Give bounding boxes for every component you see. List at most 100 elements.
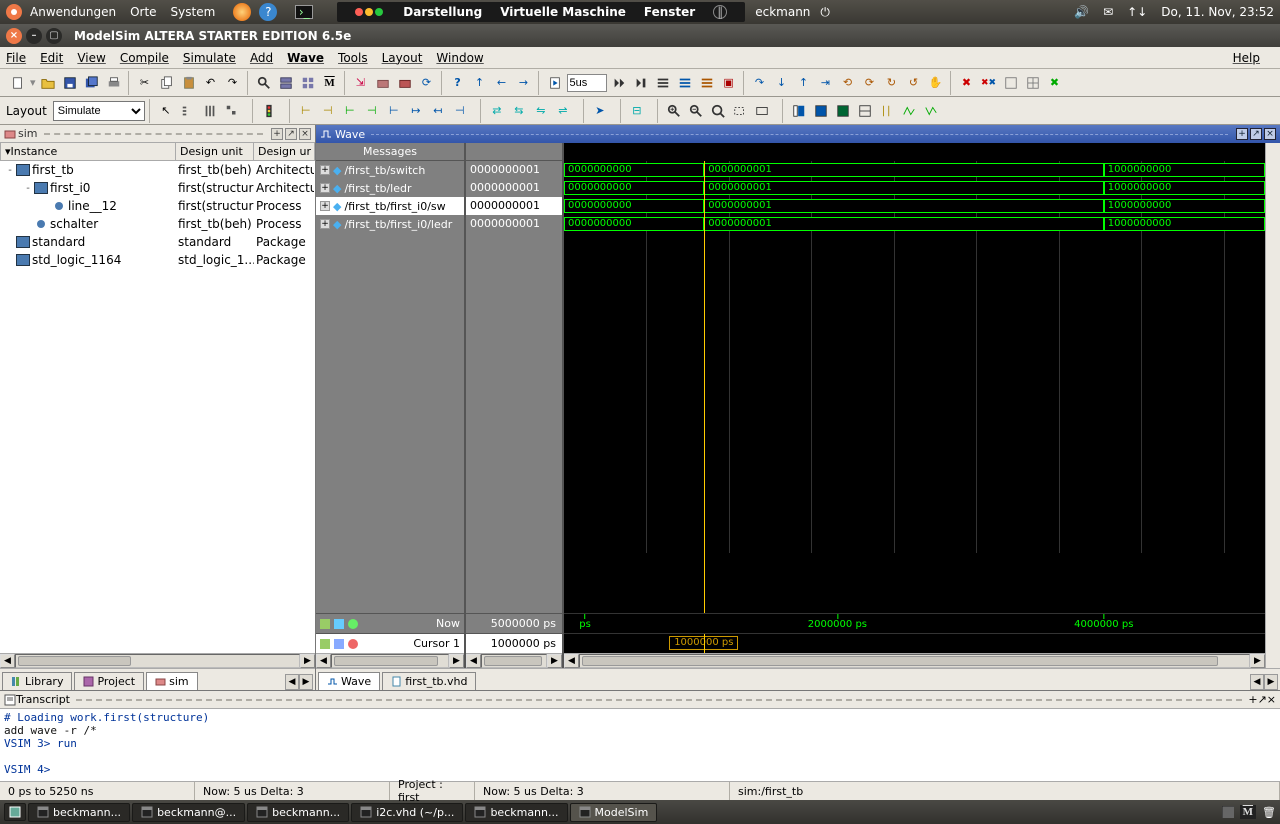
cursor-c2-icon[interactable]: ↦ [406, 101, 426, 121]
zoom-back-icon[interactable] [752, 101, 772, 121]
window-maximize-icon[interactable]: ▢ [46, 28, 62, 44]
wave-view1-icon[interactable] [789, 101, 809, 121]
wave-signal-column[interactable]: Messages +◆/first_tb/switch+◆/first_tb/l… [316, 143, 466, 668]
help-icon[interactable]: ? [259, 3, 277, 21]
menu-help[interactable]: Help [1233, 51, 1260, 65]
sel-both-icon[interactable] [222, 101, 242, 121]
window-titlebar[interactable]: × – ▢ ModelSim ALTERA STARTER EDITION 6.… [0, 24, 1280, 47]
cursor-c3-icon[interactable]: ↤ [428, 101, 448, 121]
menu-tools[interactable]: Tools [338, 51, 368, 65]
menu-simulate[interactable]: Simulate [183, 51, 236, 65]
print-icon[interactable] [104, 73, 124, 93]
run-list2-icon[interactable] [675, 73, 695, 93]
cursor-a2-icon[interactable]: ⊣ [318, 101, 338, 121]
window-icon[interactable] [1001, 73, 1021, 93]
sel-cols-icon[interactable] [200, 101, 220, 121]
traffic-icon[interactable] [259, 101, 279, 121]
tree-row[interactable]: -first_tbfirst_tb(beh)Architectu [0, 161, 315, 179]
rtabs-prev-icon[interactable]: ◀ [1250, 674, 1264, 690]
val-hscroll[interactable]: ◀▶ [466, 653, 562, 668]
task-beckmann-[interactable]: beckmann@... [132, 803, 245, 822]
cut-icon[interactable]: ✂ [135, 73, 155, 93]
vm-pause-icon[interactable]: ‖ [713, 5, 727, 19]
gnome-menu-places[interactable]: Orte [130, 5, 156, 19]
task-beckmann-[interactable]: beckmann... [465, 803, 567, 822]
wave-signal-row[interactable]: +◆/first_tb/ledr [316, 179, 464, 197]
menu-layout[interactable]: Layout [382, 51, 423, 65]
terminal-icon[interactable]: ›_ [295, 5, 313, 19]
new-file-icon[interactable] [8, 73, 28, 93]
vm-traffic-lights-icon[interactable] [355, 5, 385, 19]
vm-menu-machine[interactable]: Virtuelle Maschine [500, 5, 626, 19]
zoom-out-icon[interactable] [686, 101, 706, 121]
wave-view5-icon[interactable] [877, 101, 897, 121]
undo-icon[interactable]: ↶ [201, 73, 221, 93]
up-arrow-icon[interactable]: ↑ [470, 73, 490, 93]
run-length-input[interactable] [567, 74, 607, 92]
xx-icon[interactable]: ✖✖ [979, 73, 999, 93]
vm-menu-window[interactable]: Fenster [644, 5, 695, 19]
signal-expand-icon[interactable]: + [320, 165, 330, 175]
break-icon[interactable]: ▣ [719, 73, 739, 93]
run-all-icon[interactable] [609, 73, 629, 93]
zoom-region-icon[interactable] [730, 101, 750, 121]
cursor-c4-icon[interactable]: ⊣ [450, 101, 470, 121]
tree-row[interactable]: std_logic_1164std_logic_1...Package [0, 251, 315, 269]
sim-tree-body[interactable]: -first_tbfirst_tb(beh)Architectu-first_i… [0, 161, 315, 653]
collapse-icon[interactable]: ⊟ [627, 101, 647, 121]
mail-icon[interactable]: ✉ [1103, 5, 1113, 19]
signal-expand-icon[interactable]: + [320, 183, 330, 193]
copy-icon[interactable] [157, 73, 177, 93]
x-red-icon[interactable]: ✖ [957, 73, 977, 93]
grid-icon[interactable] [1023, 73, 1043, 93]
workspace-switcher-icon[interactable] [1222, 806, 1234, 818]
power-icon[interactable]: ⏻ [820, 5, 830, 20]
restart1-icon[interactable]: ⟲ [838, 73, 858, 93]
wave-undock-icon[interactable]: ↗ [1250, 128, 1262, 140]
step-over-icon[interactable]: ↷ [750, 73, 770, 93]
transcript-undock-icon[interactable]: ↗ [1258, 693, 1267, 706]
menu-edit[interactable]: Edit [40, 51, 63, 65]
add-cursor-icon[interactable] [348, 619, 358, 629]
step-run-icon[interactable]: ⇥ [816, 73, 836, 93]
tab-sim[interactable]: sim [146, 672, 198, 690]
edit-cursor-icon[interactable] [334, 639, 344, 649]
goto-icon[interactable]: ➤ [590, 101, 610, 121]
tab-first-tb-vhd[interactable]: first_tb.vhd [382, 672, 476, 690]
wave-track[interactable]: 000000000000000000011000000000 [564, 161, 1265, 179]
transcript-close-icon[interactable]: × [1267, 693, 1276, 706]
tree-row[interactable]: -first_i0first(structure)Architectu [0, 179, 315, 197]
wave-track[interactable]: 000000000000000000011000000000 [564, 215, 1265, 233]
wave-track[interactable]: 000000000000000000011000000000 [564, 179, 1265, 197]
tree-row[interactable]: line__12first(structure)Process [0, 197, 315, 215]
link-c-icon[interactable]: ⇋ [531, 101, 551, 121]
save-icon[interactable] [60, 73, 80, 93]
compile-all-icon[interactable] [298, 73, 318, 93]
rtabs-next-icon[interactable]: ▶ [1264, 674, 1278, 690]
restart3-icon[interactable]: ↻ [882, 73, 902, 93]
wave-view6-icon[interactable] [899, 101, 919, 121]
restart4-icon[interactable]: ↺ [904, 73, 924, 93]
sel-rows-icon[interactable] [178, 101, 198, 121]
wave-signal-row[interactable]: +◆/first_tb/switch [316, 161, 464, 179]
layout-select[interactable]: Simulate [53, 101, 145, 121]
cursor-a1-icon[interactable]: ⊢ [296, 101, 316, 121]
compile-icon[interactable] [276, 73, 296, 93]
wave-cursor-ruler[interactable]: 1000000 ps [564, 633, 1265, 653]
cursor-b2-icon[interactable]: ⊣ [362, 101, 382, 121]
toolbox-icon[interactable] [373, 73, 393, 93]
signal-expand-icon[interactable]: + [320, 219, 330, 229]
menu-file[interactable]: File [6, 51, 26, 65]
tree-row[interactable]: schalterfirst_tb(beh)Process [0, 215, 315, 233]
transcript-body[interactable]: # Loading work.first(structure) add wave… [0, 709, 1280, 781]
tree-row[interactable]: standardstandardPackage [0, 233, 315, 251]
wave-vscroll[interactable] [1265, 143, 1280, 668]
task-modelsim[interactable]: ModelSim [570, 803, 658, 822]
volume-icon[interactable]: 🔊 [1074, 5, 1089, 19]
sim-pane-close-icon[interactable]: × [299, 128, 311, 140]
tab-wave[interactable]: Wave [318, 672, 380, 690]
hand-icon[interactable]: ✋ [926, 73, 946, 93]
wave-canvas[interactable]: 0000000000000000000110000000000000000000… [564, 143, 1265, 668]
network-icon[interactable]: ↑↓ [1127, 5, 1147, 19]
tabs-prev-icon[interactable]: ◀ [285, 674, 299, 690]
